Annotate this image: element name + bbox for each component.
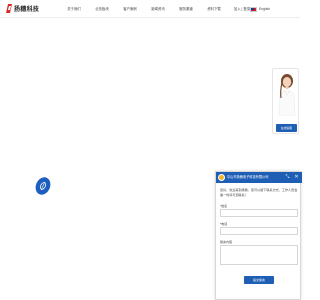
phone-label: *电话 [220,222,228,226]
company-logo[interactable]: 扬穗科技 YANG SUI TECHNOLOGY [6,4,40,15]
submit-button[interactable]: 提交留言 [244,276,274,284]
language-switch[interactable]: English [250,5,270,13]
nav-item-downloads[interactable]: 资料下载 [200,5,228,13]
phone-field[interactable] [220,227,298,235]
chat-window: 中山市扬穗电子科技有限公司 ⤡ ✕ 您好，欢迎来到扬穗，您可以留下联系方式，工作… [215,171,302,300]
chat-welcome-message: 您好，欢迎来到扬穗，您可以留下联系方式，工作人员会第一时间与您联系！ [220,188,298,197]
customer-service-avatar [278,74,296,116]
nav-item-about[interactable]: 关于我们 [60,5,88,13]
language-label: English [259,7,271,11]
chat-header: 中山市扬穗电子科技有限公司 ⤡ ✕ [216,172,302,183]
nav-item-news[interactable]: 新闻资讯 [144,5,172,13]
us-flag-icon [250,6,257,12]
online-service-panel: 在线客服 [272,68,299,134]
logo-mark-icon [6,4,12,13]
main-nav: 关于我们 业务板块 客户案例 新闻资讯 服务渠道 资料下载 加入 | 登录 [60,5,256,13]
nav-item-cases[interactable]: 客户案例 [116,5,144,13]
chat-title: 中山市扬穗电子科技有限公司 [227,175,269,179]
message-label: 留言内容 [220,240,233,244]
online-service-button[interactable]: 在线客服 [276,124,297,132]
site-header: 扬穗科技 YANG SUI TECHNOLOGY 关于我们 业务板块 客户案例 … [0,0,300,18]
name-field[interactable] [220,209,298,217]
close-icon[interactable]: ✕ [293,174,300,181]
name-label: *姓名 [220,204,228,208]
logo-subtext: YANG SUI TECHNOLOGY [14,11,38,13]
leaf-icon [40,181,46,191]
scroll-indicator-icon[interactable] [32,174,54,198]
expand-icon[interactable]: ⤡ [284,174,291,181]
agent-avatar-icon [218,174,225,181]
message-textarea[interactable] [220,245,298,265]
nav-item-business[interactable]: 业务板块 [88,5,116,13]
nav-item-service[interactable]: 服务渠道 [172,5,200,13]
